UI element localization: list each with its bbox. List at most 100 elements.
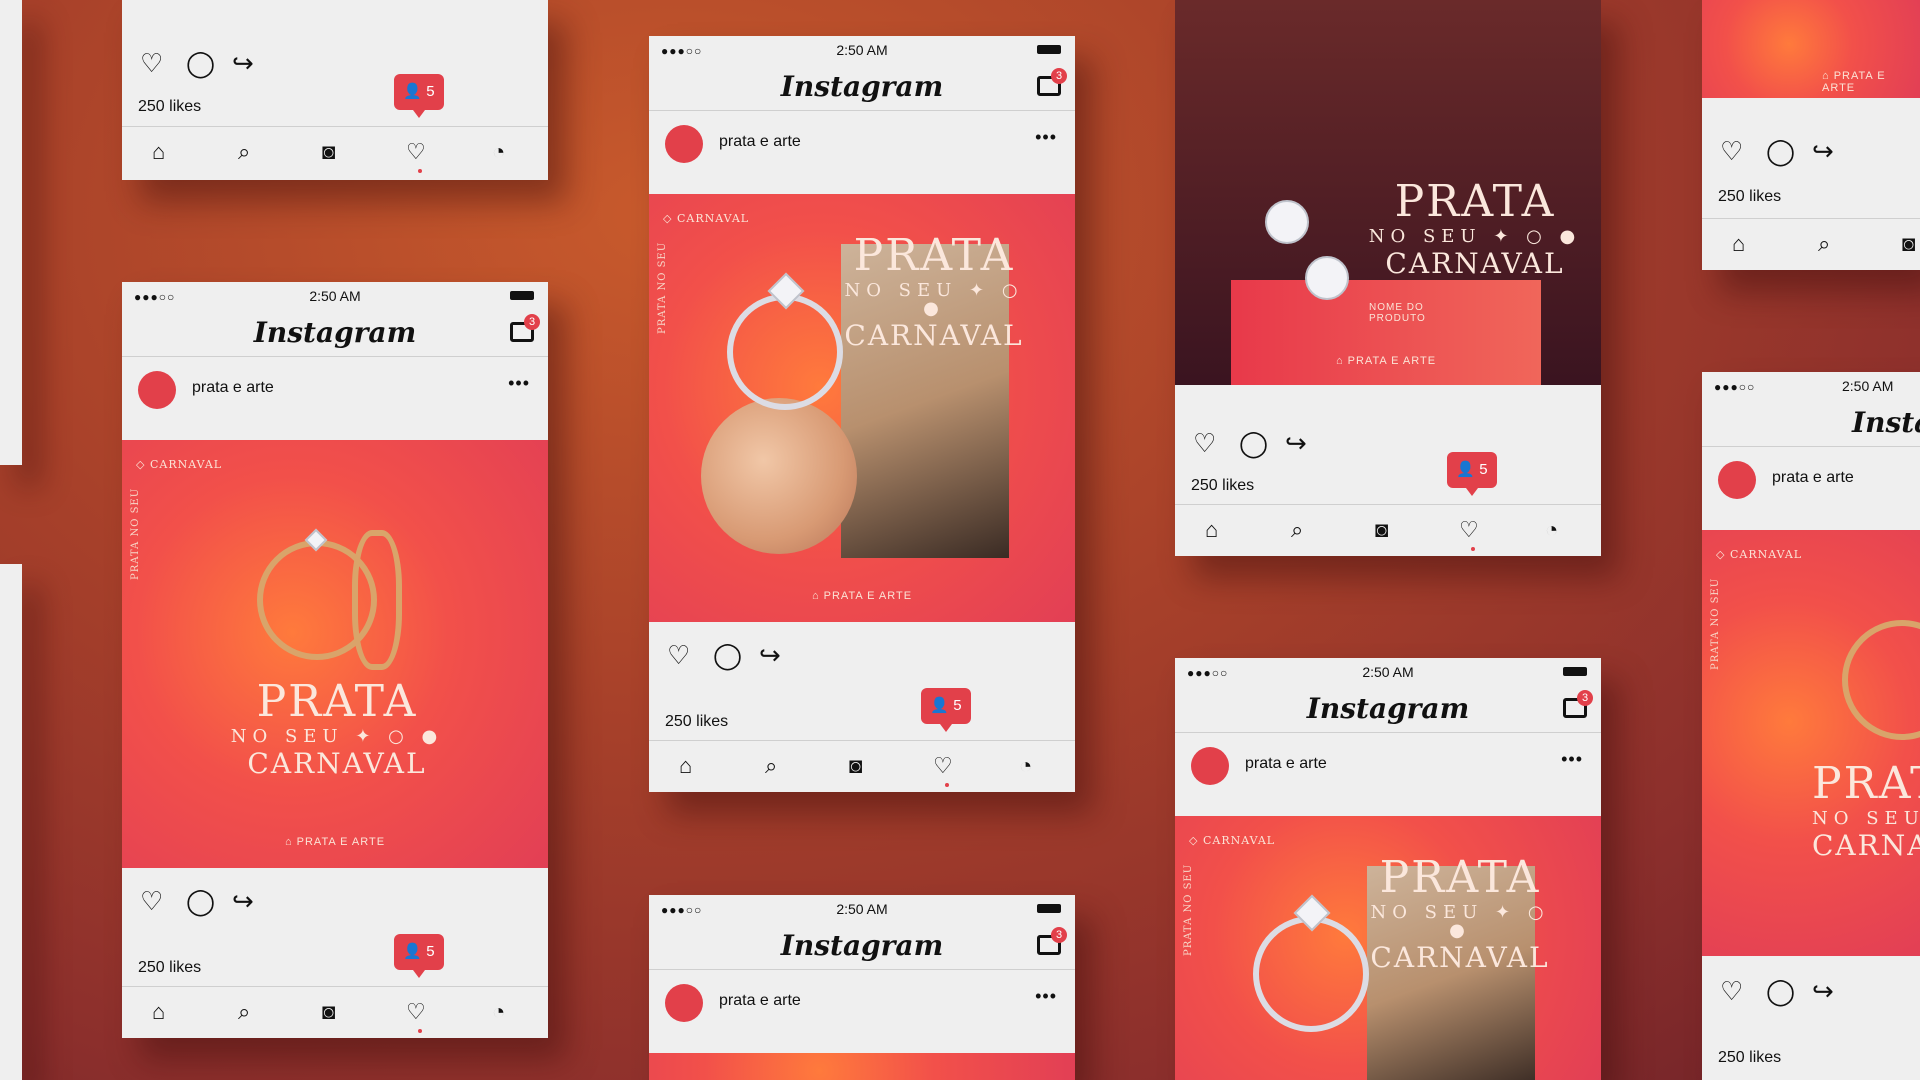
creative-title: PRATA NO SEU ✦ ○ ● CARNAVAL	[230, 676, 444, 780]
more-icon[interactable]: •••	[1561, 749, 1583, 770]
post-image	[649, 1053, 1075, 1080]
app-header: Instagram	[1702, 400, 1920, 447]
more-icon[interactable]: •••	[1035, 127, 1057, 148]
avatar[interactable]	[665, 984, 703, 1022]
activity-dot	[418, 1029, 422, 1033]
avatar[interactable]	[138, 371, 176, 409]
activity-dot	[945, 783, 949, 787]
search-icon[interactable]: ⌕	[1818, 231, 1830, 257]
comment-icon[interactable]: ◯	[186, 886, 215, 917]
share-icon[interactable]: ↪	[1285, 428, 1307, 459]
share-icon[interactable]: ↪	[1812, 136, 1834, 167]
share-icon[interactable]: ↪	[232, 48, 254, 79]
home-icon[interactable]: ⌂	[152, 139, 165, 165]
post-card-e: PRATA NO SEU ✦ ○ ● CARNAVAL NOME DO PROD…	[1175, 0, 1601, 556]
inbox-badge: 3	[524, 314, 540, 330]
comment-icon[interactable]: ◯	[1766, 136, 1795, 167]
home-icon[interactable]: ⌂	[1732, 231, 1745, 257]
brand-mark: ⌂ PRATA E ARTE	[1822, 70, 1886, 94]
username[interactable]: prata e arte	[719, 133, 801, 151]
activity-dot	[1471, 547, 1475, 551]
activity-notification: 👤 5	[394, 74, 444, 118]
home-icon[interactable]: ⌂	[1205, 517, 1218, 543]
activity-icon[interactable]: ♡	[1459, 517, 1479, 543]
username[interactable]: prata e arte	[1772, 469, 1854, 487]
post-card-f: ●●●○○ 2:50 AM Instagram 3 prata e arte •…	[1175, 658, 1601, 1080]
post-header: prata e arte •••	[649, 111, 1075, 191]
home-icon[interactable]: ⌂	[152, 999, 165, 1025]
creative-title: PRATA NO SEU ✦ ○ ● CARNAVAL	[1368, 176, 1582, 280]
bottom-nav: ⌂ ⌕ ◙ ♡ ◔	[649, 740, 1075, 792]
likes-count: 250 likes	[665, 713, 729, 730]
activity-notification: 👤 5	[921, 688, 971, 732]
share-icon[interactable]: ↪	[759, 640, 781, 671]
post-card-left-sliver-2	[0, 564, 22, 1080]
username[interactable]: prata e arte	[719, 992, 801, 1010]
camera-icon[interactable]: ◙	[322, 139, 335, 165]
more-icon[interactable]: •••	[508, 373, 530, 394]
status-bar: ●●●○○ 2:50 AM	[122, 282, 548, 310]
activity-icon[interactable]: ♡	[933, 753, 953, 779]
search-icon[interactable]: ⌕	[765, 753, 777, 779]
search-icon[interactable]: ⌕	[238, 139, 250, 165]
search-icon[interactable]: ⌕	[1291, 517, 1303, 543]
silver-ring	[727, 294, 843, 410]
post-card-g: ⌂ PRATA E ARTE ♡ ◯ ↪ 250 likes ⌂ ⌕ ◙	[1702, 0, 1920, 270]
heart-icon[interactable]: ♡	[667, 640, 690, 671]
post-card-h: ●●●○○ 2:50 AM Instagram prata e arte ◇ C…	[1702, 372, 1920, 1080]
heart-icon[interactable]: ♡	[1720, 976, 1743, 1007]
post-header: prata e arte •••	[1175, 733, 1601, 813]
activity-icon[interactable]: ♡	[406, 999, 426, 1025]
profile-icon[interactable]: ◔	[1019, 753, 1032, 779]
share-icon[interactable]: ↪	[232, 886, 254, 917]
heart-icon[interactable]: ♡	[1720, 136, 1743, 167]
camera-icon[interactable]: ◙	[322, 999, 335, 1025]
profile-icon[interactable]: ◔	[492, 999, 505, 1025]
camera-icon[interactable]: ◙	[1902, 231, 1915, 257]
likes-count: 250 likes	[1191, 477, 1255, 494]
post-card-d: ●●●○○ 2:50 AM Instagram 3 prata e arte •…	[649, 895, 1075, 1080]
username[interactable]: prata e arte	[192, 379, 274, 397]
status-bar: ●●●○○ 2:50 AM	[1714, 378, 1894, 394]
heart-icon[interactable]: ♡	[140, 48, 163, 79]
comment-icon[interactable]: ◯	[186, 48, 215, 79]
home-icon[interactable]: ⌂	[679, 753, 692, 779]
inbox-badge: 3	[1051, 927, 1067, 943]
activity-icon[interactable]: ♡	[406, 139, 426, 165]
avatar[interactable]	[665, 125, 703, 163]
share-icon[interactable]: ↪	[1812, 976, 1834, 1007]
bottom-nav: ⌂ ⌕ ◙ ♡ ◔	[122, 126, 548, 179]
app-header: Instagram 3	[122, 310, 548, 357]
avatar[interactable]	[1718, 461, 1756, 499]
brand-mark: ⌂ PRATA E ARTE	[284, 836, 386, 848]
post-image: ⌂ PRATA E ARTE	[1702, 0, 1920, 98]
post-image: ◇ CARNAVAL PRATA NO SEU PRATA NO SEU ✦ ○…	[1175, 816, 1601, 1080]
model-face-photo: PRATA NO SEU ✦ ○ ● CARNAVAL NOME DO PROD…	[1175, 0, 1601, 385]
camera-icon[interactable]: ◙	[849, 753, 862, 779]
inbox-badge: 3	[1577, 690, 1593, 706]
likes-count: 250 likes	[138, 98, 202, 115]
avatar[interactable]	[1191, 747, 1229, 785]
profile-icon[interactable]: ◔	[492, 139, 505, 165]
bottom-nav: ⌂ ⌕ ◙ ♡ ◔	[122, 986, 548, 1038]
search-icon[interactable]: ⌕	[238, 999, 250, 1025]
username[interactable]: prata e arte	[1245, 755, 1327, 773]
comment-icon[interactable]: ◯	[713, 640, 742, 671]
post-header: prata e arte •••	[649, 970, 1075, 1050]
silver-ring	[1253, 916, 1369, 1032]
heart-icon[interactable]: ♡	[140, 886, 163, 917]
post-image: ◇ CARNAVAL PRATA NO SEU PRATA NO SEU ✦ ○…	[649, 194, 1075, 622]
battery-icon	[1037, 904, 1061, 913]
more-icon[interactable]: •••	[1035, 986, 1057, 1007]
profile-icon[interactable]: ◔	[1545, 517, 1558, 543]
likes-count: 250 likes	[1718, 1049, 1782, 1066]
camera-icon[interactable]: ◙	[1375, 517, 1388, 543]
comment-icon[interactable]: ◯	[1766, 976, 1795, 1007]
battery-icon	[1563, 667, 1587, 676]
hand-photo	[701, 398, 857, 554]
activity-notification: 👤 5	[394, 934, 444, 978]
status-bar: ●●●○○ 2:50 AM	[649, 36, 1075, 64]
heart-icon[interactable]: ♡	[1193, 428, 1216, 459]
comment-icon[interactable]: ◯	[1239, 428, 1268, 459]
brand-mark: ⌂ PRATA E ARTE	[811, 590, 913, 602]
